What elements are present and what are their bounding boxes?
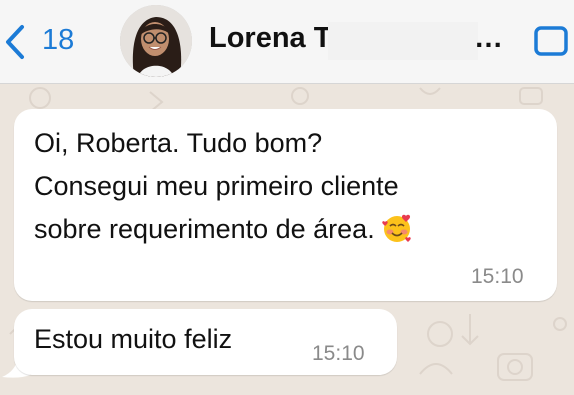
message-line: Oi, Roberta. Tudo bom? (34, 128, 323, 158)
message-line: Consegui meu primeiro cliente (34, 171, 399, 201)
chat-area: Oi, Roberta. Tudo bom? Consegui meu prim… (0, 84, 574, 395)
unread-count: 18 (42, 24, 75, 56)
back-button[interactable]: 18 (0, 18, 100, 62)
video-camera-icon (534, 26, 568, 56)
message-text: Estou muito feliz (34, 324, 233, 354)
video-call-button[interactable] (534, 24, 574, 63)
message-time: 15:10 (312, 342, 365, 365)
message-text: Oi, Roberta. Tudo bom? Consegui meu prim… (34, 122, 534, 257)
message-time: 15:10 (471, 265, 524, 288)
name-redaction (328, 22, 478, 60)
smiling-face-with-hearts-icon (381, 212, 413, 257)
chevron-left-icon (6, 25, 24, 59)
message-bubble[interactable]: Estou muito feliz 15:10 (14, 309, 397, 375)
message-line: sobre requerimento de área. (34, 208, 534, 257)
message-bubble[interactable]: Oi, Roberta. Tudo bom? Consegui meu prim… (14, 109, 557, 301)
name-ellipsis: … (474, 22, 503, 54)
chat-header: 18 Lorena T … (0, 0, 574, 84)
avatar[interactable] (120, 5, 192, 77)
